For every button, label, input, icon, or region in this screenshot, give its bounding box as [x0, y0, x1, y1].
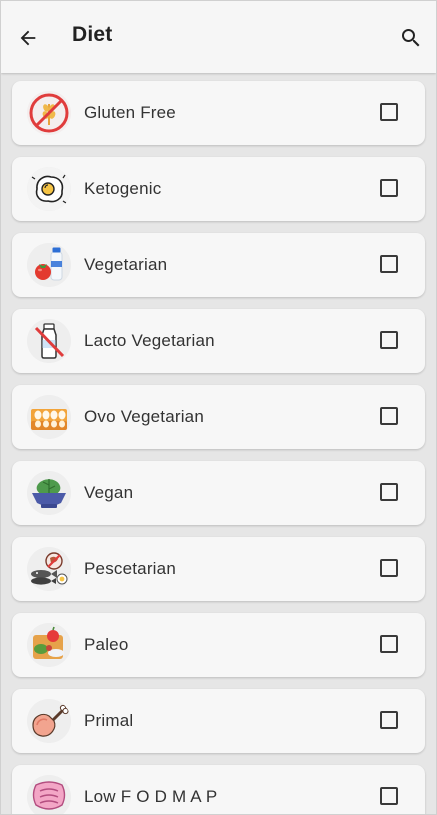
page-title: Diet	[72, 23, 113, 46]
fried-egg-icon	[27, 167, 71, 211]
search-icon	[402, 29, 420, 47]
diet-checkbox[interactable]	[380, 483, 398, 501]
salad-bowl-icon	[27, 471, 71, 515]
diet-label: Vegetarian	[84, 255, 168, 274]
diet-item-vegetarian[interactable]: Vegetarian	[12, 233, 425, 297]
diet-item-low-fodmap[interactable]: Low F O D M A P	[12, 765, 425, 814]
diet-label: Primal	[84, 711, 134, 730]
diet-item-ovo-vegetarian[interactable]: Ovo Vegetarian	[12, 385, 425, 449]
diet-label: Paleo	[84, 635, 129, 654]
diet-item-primal[interactable]: Primal	[12, 689, 425, 753]
diet-item-gluten-free[interactable]: Gluten Free	[12, 81, 425, 145]
diet-label: Gluten Free	[84, 103, 176, 122]
diet-checkbox[interactable]	[380, 331, 398, 349]
diet-checkbox[interactable]	[380, 559, 398, 577]
diet-item-paleo[interactable]: Paleo	[12, 613, 425, 677]
diet-checkbox[interactable]	[380, 255, 398, 273]
egg-carton-icon	[27, 395, 71, 439]
intestine-icon	[27, 775, 71, 814]
diet-label: Low F O D M A P	[84, 787, 218, 806]
app-bar: Diet	[1, 1, 436, 73]
fish-no-meat-icon	[27, 547, 71, 591]
search-button[interactable]	[394, 21, 428, 55]
diet-label: Pescetarian	[84, 559, 176, 578]
diet-checkbox[interactable]	[380, 711, 398, 729]
diet-checkbox[interactable]	[380, 179, 398, 197]
diet-checkbox[interactable]	[380, 787, 398, 805]
diet-label: Vegan	[84, 483, 134, 502]
paleo-food-icon	[27, 623, 71, 667]
diet-checkbox[interactable]	[380, 103, 398, 121]
diet-item-vegan[interactable]: Vegan	[12, 461, 425, 525]
diet-label: Ketogenic	[84, 179, 162, 198]
milk-tomato-icon	[27, 243, 71, 287]
back-button[interactable]	[11, 21, 45, 55]
diet-label: Ovo Vegetarian	[84, 407, 204, 426]
diet-checkbox[interactable]	[380, 635, 398, 653]
diet-item-pescetarian[interactable]: Pescetarian	[12, 537, 425, 601]
diet-item-lacto-vegetarian[interactable]: Lacto Vegetarian	[12, 309, 425, 373]
no-milk-icon	[27, 319, 71, 363]
app-window: Diet Gluten Free Ketogenic Vegetarian La…	[0, 0, 437, 815]
diet-label: Lacto Vegetarian	[84, 331, 215, 350]
no-gluten-icon	[27, 91, 71, 135]
arrow-left-icon	[20, 30, 36, 46]
diet-list: Gluten Free Ketogenic Vegetarian Lacto V…	[12, 81, 425, 814]
diet-item-ketogenic[interactable]: Ketogenic	[12, 157, 425, 221]
diet-checkbox[interactable]	[380, 407, 398, 425]
meat-leg-icon	[27, 699, 71, 743]
